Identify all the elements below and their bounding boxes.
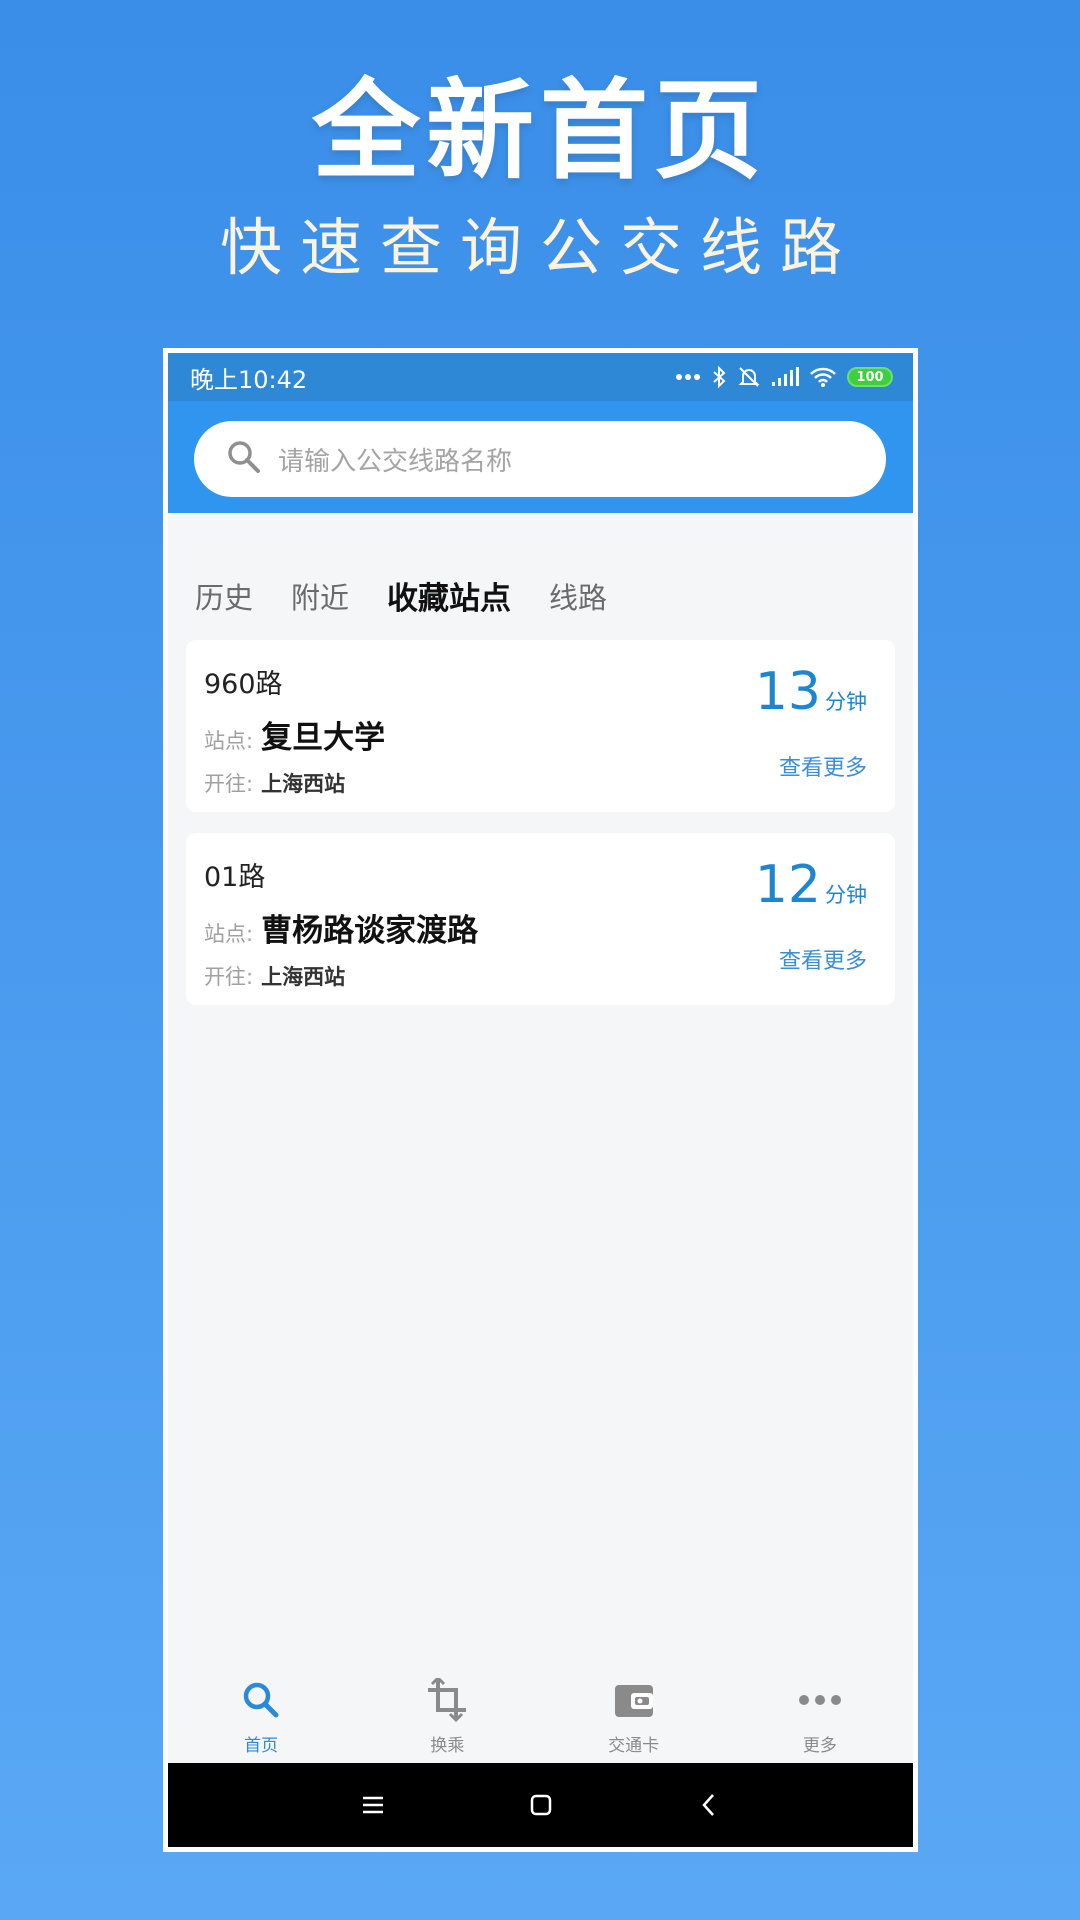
menu-icon[interactable] <box>353 1785 393 1825</box>
nav-label: 更多 <box>802 1736 837 1756</box>
search-header: 请输入公交线路名称 <box>168 401 913 513</box>
station-name: 曹杨路谈家渡路 <box>261 913 479 949</box>
destination-row: 开往: 上海西站 <box>204 768 345 798</box>
destination-label: 开往: <box>204 772 254 796</box>
search-input[interactable]: 请输入公交线路名称 <box>194 421 886 497</box>
search-placeholder: 请输入公交线路名称 <box>278 446 513 477</box>
tab-bar: 历史 附近 收藏站点 线路 <box>195 573 645 618</box>
station-label: 站点: <box>204 729 254 753</box>
favorite-station-card[interactable]: 01路 站点: 曹杨路谈家渡路 开往: 上海西站 12 分钟 查看更多 <box>186 833 895 1005</box>
app-screen: 晚上10:42 100 请输入公交线路名称 历史 附近 收藏站点 线路 960路… <box>168 353 913 1847</box>
station-name: 复旦大学 <box>261 720 386 756</box>
route-name: 960路 <box>204 669 283 700</box>
tab-nearby[interactable]: 附近 <box>291 575 349 617</box>
system-nav-bar <box>168 1763 913 1847</box>
favorite-station-card[interactable]: 960路 站点: 复旦大学 开往: 上海西站 13 分钟 查看更多 <box>186 640 895 812</box>
search-icon <box>241 1677 281 1723</box>
status-bar: 晚上10:42 100 <box>168 353 913 401</box>
wifi-icon <box>809 367 837 387</box>
nav-label: 换乘 <box>430 1736 465 1756</box>
tab-favorite-stations[interactable]: 收藏站点 <box>387 573 511 618</box>
tab-routes[interactable]: 线路 <box>549 575 607 617</box>
view-more-link[interactable]: 查看更多 <box>779 943 867 975</box>
station-row: 站点: 复旦大学 <box>204 712 385 757</box>
nav-label: 首页 <box>244 1736 279 1756</box>
nav-transfer[interactable]: 换乘 <box>354 1663 540 1763</box>
destination-label: 开往: <box>204 965 254 989</box>
nav-transit-card[interactable]: 交通卡 <box>541 1663 727 1763</box>
mute-icon <box>737 365 761 389</box>
search-icon <box>226 439 262 479</box>
signal-icon <box>771 367 799 387</box>
eta-minutes: 12 <box>754 855 821 915</box>
eta-unit: 分钟 <box>825 690 867 714</box>
station-label: 站点: <box>204 922 254 946</box>
status-time: 晚上10:42 <box>190 365 308 394</box>
phone-frame: 晚上10:42 100 请输入公交线路名称 历史 附近 收藏站点 线路 960路… <box>163 348 918 1852</box>
nav-label: 交通卡 <box>608 1736 660 1756</box>
eta-minutes: 13 <box>754 662 821 722</box>
transfer-icon <box>426 1677 468 1723</box>
battery-icon: 100 <box>847 367 893 387</box>
eta: 12 分钟 <box>755 857 867 913</box>
station-row: 站点: 曹杨路谈家渡路 <box>204 905 478 950</box>
status-icons: 100 <box>675 365 893 389</box>
more-icon <box>798 1677 842 1723</box>
destination-name: 上海西站 <box>261 965 346 989</box>
promo-subtitle: 快速查询公交线路 <box>219 211 860 284</box>
destination-name: 上海西站 <box>261 772 346 796</box>
tab-history[interactable]: 历史 <box>195 575 253 617</box>
bluetooth-icon <box>711 365 727 389</box>
nav-more[interactable]: 更多 <box>727 1663 913 1763</box>
back-icon[interactable] <box>689 1785 729 1825</box>
promo-title: 全新首页 <box>311 69 768 194</box>
destination-row: 开往: 上海西站 <box>204 961 345 991</box>
more-dots-icon <box>675 373 701 381</box>
eta-unit: 分钟 <box>825 883 867 907</box>
wallet-icon <box>613 1677 655 1723</box>
route-name: 01路 <box>204 862 266 893</box>
home-icon[interactable] <box>521 1785 561 1825</box>
view-more-link[interactable]: 查看更多 <box>779 750 867 782</box>
eta: 13 分钟 <box>755 664 867 720</box>
nav-home[interactable]: 首页 <box>168 1663 354 1763</box>
bottom-nav: 首页 换乘 交通卡 更多 <box>168 1663 913 1763</box>
